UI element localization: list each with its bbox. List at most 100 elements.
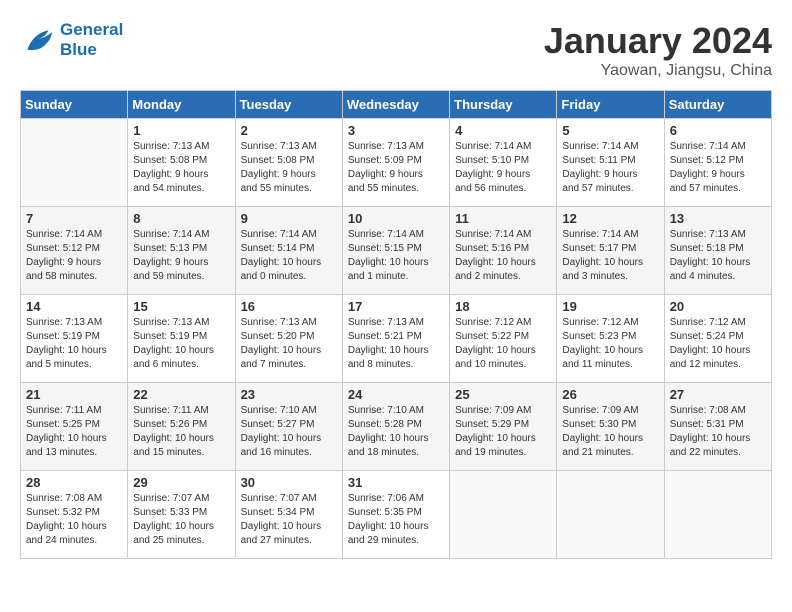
day-info: Sunrise: 7:11 AM Sunset: 5:26 PM Dayligh… [133,404,229,460]
weekday-header-monday: Monday [128,91,235,119]
day-number: 26 [562,387,658,402]
calendar-cell: 4 Sunrise: 7:14 AM Sunset: 5:10 PM Daylig… [450,119,557,207]
calendar-week-row: 7 Sunrise: 7:14 AM Sunset: 5:12 PM Daylig… [21,207,772,295]
day-info: Sunrise: 7:13 AM Sunset: 5:19 PM Dayligh… [133,316,229,372]
day-info: Sunrise: 7:14 AM Sunset: 5:16 PM Dayligh… [455,228,551,284]
calendar-cell [21,119,128,207]
day-number: 20 [670,299,766,314]
calendar-cell: 10Sunrise: 7:14 AM Sunset: 5:15 PM Dayli… [342,207,449,295]
day-info: Sunrise: 7:12 AM Sunset: 5:23 PM Dayligh… [562,316,658,372]
day-number: 13 [670,211,766,226]
calendar-cell: 22 Sunrise: 7:11 AM Sunset: 5:26 PM Dayli… [128,383,235,471]
weekday-header-saturday: Saturday [664,91,771,119]
calendar-cell: 21 Sunrise: 7:11 AM Sunset: 5:25 PM Dayli… [21,383,128,471]
calendar-cell: 18 Sunrise: 7:12 AM Sunset: 5:22 PM Dayli… [450,295,557,383]
day-info: Sunrise: 7:09 AM Sunset: 5:30 PM Dayligh… [562,404,658,460]
day-number: 9 [241,211,337,226]
day-number: 18 [455,299,551,314]
day-number: 5 [562,123,658,138]
day-number: 7 [26,211,122,226]
calendar-cell [664,471,771,559]
day-number: 28 [26,475,122,490]
weekday-header-tuesday: Tuesday [235,91,342,119]
calendar-table: SundayMondayTuesdayWednesdayThursdayFrid… [20,90,772,559]
calendar-cell: 27 Sunrise: 7:08 AM Sunset: 5:31 PM Dayli… [664,383,771,471]
calendar-cell: 29 Sunrise: 7:07 AM Sunset: 5:33 PM Dayli… [128,471,235,559]
calendar-cell: 31 Sunrise: 7:06 AM Sunset: 5:35 PM Dayli… [342,471,449,559]
day-info: Sunrise: 7:13 AM Sunset: 5:18 PM Dayligh… [670,228,766,284]
calendar-cell: 17 Sunrise: 7:13 AM Sunset: 5:21 PM Dayli… [342,295,449,383]
weekday-header-row: SundayMondayTuesdayWednesdayThursdayFrid… [21,91,772,119]
day-info: Sunrise: 7:08 AM Sunset: 5:31 PM Dayligh… [670,404,766,460]
day-number: 19 [562,299,658,314]
calendar-cell: 14 Sunrise: 7:13 AM Sunset: 5:19 PM Dayli… [21,295,128,383]
day-info: Sunrise: 7:13 AM Sunset: 5:19 PM Dayligh… [26,316,122,372]
day-number: 27 [670,387,766,402]
day-info: Sunrise: 7:13 AM Sunset: 5:21 PM Dayligh… [348,316,444,372]
calendar-cell: 13 Sunrise: 7:13 AM Sunset: 5:18 PM Dayli… [664,207,771,295]
page-header: General Blue January 2024 Yaowan, Jiangs… [20,20,772,80]
day-number: 14 [26,299,122,314]
calendar-cell: 16 Sunrise: 7:13 AM Sunset: 5:20 PM Dayli… [235,295,342,383]
calendar-week-row: 1 Sunrise: 7:13 AM Sunset: 5:08 PM Daylig… [21,119,772,207]
calendar-cell: 25 Sunrise: 7:09 AM Sunset: 5:29 PM Dayli… [450,383,557,471]
calendar-week-row: 14 Sunrise: 7:13 AM Sunset: 5:19 PM Dayli… [21,295,772,383]
calendar-cell: 5Sunrise: 7:14 AM Sunset: 5:11 PM Daylig… [557,119,664,207]
day-number: 21 [26,387,122,402]
calendar-cell: 15 Sunrise: 7:13 AM Sunset: 5:19 PM Dayli… [128,295,235,383]
day-number: 29 [133,475,229,490]
weekday-header-friday: Friday [557,91,664,119]
logo: General Blue [20,20,123,60]
calendar-cell: 11 Sunrise: 7:14 AM Sunset: 5:16 PM Dayli… [450,207,557,295]
day-number: 17 [348,299,444,314]
calendar-cell [557,471,664,559]
day-number: 23 [241,387,337,402]
calendar-cell: 3Sunrise: 7:13 AM Sunset: 5:09 PM Daylig… [342,119,449,207]
calendar-cell: 12 Sunrise: 7:14 AM Sunset: 5:17 PM Dayli… [557,207,664,295]
day-info: Sunrise: 7:14 AM Sunset: 5:10 PM Dayligh… [455,140,551,196]
day-number: 11 [455,211,551,226]
day-info: Sunrise: 7:07 AM Sunset: 5:33 PM Dayligh… [133,492,229,548]
day-info: Sunrise: 7:13 AM Sunset: 5:08 PM Dayligh… [133,140,229,196]
calendar-title: January 2024 [544,20,772,62]
day-number: 31 [348,475,444,490]
day-info: Sunrise: 7:13 AM Sunset: 5:09 PM Dayligh… [348,140,444,196]
day-number: 25 [455,387,551,402]
calendar-cell: 2 Sunrise: 7:13 AM Sunset: 5:08 PM Daylig… [235,119,342,207]
calendar-cell: 1 Sunrise: 7:13 AM Sunset: 5:08 PM Daylig… [128,119,235,207]
calendar-cell: 23Sunrise: 7:10 AM Sunset: 5:27 PM Dayli… [235,383,342,471]
calendar-cell: 19 Sunrise: 7:12 AM Sunset: 5:23 PM Dayli… [557,295,664,383]
day-info: Sunrise: 7:09 AM Sunset: 5:29 PM Dayligh… [455,404,551,460]
calendar-subtitle: Yaowan, Jiangsu, China [544,62,772,80]
weekday-header-thursday: Thursday [450,91,557,119]
calendar-week-row: 28Sunrise: 7:08 AM Sunset: 5:32 PM Dayli… [21,471,772,559]
day-info: Sunrise: 7:13 AM Sunset: 5:08 PM Dayligh… [241,140,337,196]
day-info: Sunrise: 7:13 AM Sunset: 5:20 PM Dayligh… [241,316,337,372]
calendar-cell: 9 Sunrise: 7:14 AM Sunset: 5:14 PM Daylig… [235,207,342,295]
day-info: Sunrise: 7:06 AM Sunset: 5:35 PM Dayligh… [348,492,444,548]
day-info: Sunrise: 7:12 AM Sunset: 5:24 PM Dayligh… [670,316,766,372]
day-info: Sunrise: 7:14 AM Sunset: 5:12 PM Dayligh… [670,140,766,196]
weekday-header-sunday: Sunday [21,91,128,119]
day-info: Sunrise: 7:12 AM Sunset: 5:22 PM Dayligh… [455,316,551,372]
day-info: Sunrise: 7:14 AM Sunset: 5:17 PM Dayligh… [562,228,658,284]
day-info: Sunrise: 7:14 AM Sunset: 5:14 PM Dayligh… [241,228,337,284]
logo-text: General Blue [60,20,123,60]
day-number: 1 [133,123,229,138]
calendar-title-block: January 2024 Yaowan, Jiangsu, China [544,20,772,80]
day-info: Sunrise: 7:11 AM Sunset: 5:25 PM Dayligh… [26,404,122,460]
day-number: 6 [670,123,766,138]
day-info: Sunrise: 7:14 AM Sunset: 5:12 PM Dayligh… [26,228,122,284]
day-number: 2 [241,123,337,138]
day-number: 15 [133,299,229,314]
day-number: 16 [241,299,337,314]
day-number: 4 [455,123,551,138]
day-number: 12 [562,211,658,226]
day-info: Sunrise: 7:14 AM Sunset: 5:13 PM Dayligh… [133,228,229,284]
day-info: Sunrise: 7:10 AM Sunset: 5:28 PM Dayligh… [348,404,444,460]
day-number: 22 [133,387,229,402]
calendar-cell: 7 Sunrise: 7:14 AM Sunset: 5:12 PM Daylig… [21,207,128,295]
day-number: 8 [133,211,229,226]
calendar-cell: 20 Sunrise: 7:12 AM Sunset: 5:24 PM Dayli… [664,295,771,383]
calendar-cell: 24Sunrise: 7:10 AM Sunset: 5:28 PM Dayli… [342,383,449,471]
